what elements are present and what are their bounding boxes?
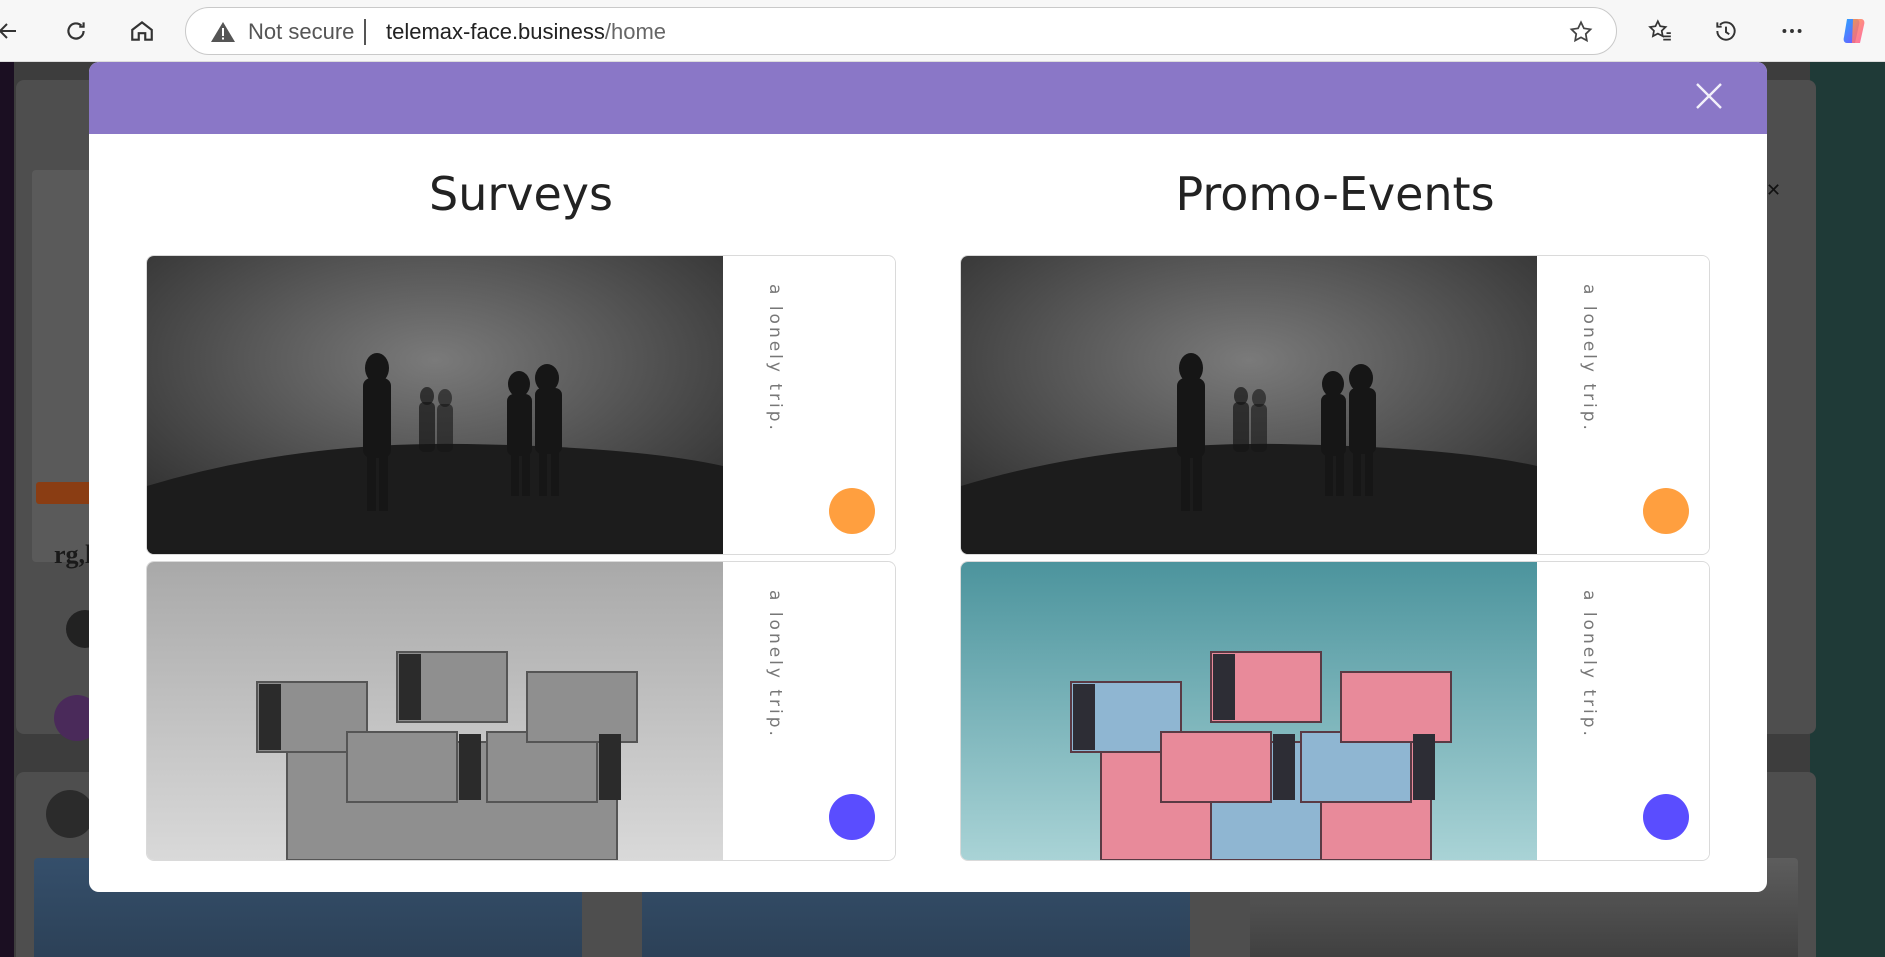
url-path: /home (604, 19, 667, 44)
orange-dot[interactable] (1643, 488, 1689, 534)
background-right-strip (1810, 62, 1885, 957)
colorful-architecture-image (961, 562, 1537, 860)
url-text[interactable]: telemax-face.business/home (386, 19, 666, 45)
card-caption: a lonely trip. (1579, 590, 1599, 739)
copilot-icon[interactable] (1836, 13, 1872, 49)
card-side-panel: a lonely trip. (723, 562, 895, 860)
warning-icon[interactable] (210, 20, 236, 48)
home-icon[interactable] (124, 13, 160, 49)
promo-events-title: Promo-Events (1175, 167, 1495, 221)
back-arrow-icon[interactable] (0, 13, 26, 49)
background-left-strip (0, 62, 14, 957)
blue-dot[interactable] (1643, 794, 1689, 840)
surveys-title: Surveys (429, 167, 613, 221)
blue-dot[interactable] (829, 794, 875, 840)
close-icon[interactable] (1689, 76, 1729, 116)
background-name-text: rg,l (54, 540, 93, 569)
foggy-people-image (147, 256, 723, 554)
card-side-panel: a lonely trip. (1537, 256, 1709, 554)
background-avatar (46, 790, 94, 838)
more-options-icon[interactable] (1774, 13, 1810, 49)
background-close-icon: ✕ (1766, 180, 1782, 201)
orange-dot[interactable] (829, 488, 875, 534)
survey-card[interactable]: a lonely trip. (146, 561, 896, 861)
card-side-panel: a lonely trip. (723, 256, 895, 554)
foggy-people-image (961, 256, 1537, 554)
address-bar[interactable]: Not secure telemax-face.business/home (185, 7, 1617, 55)
url-host: telemax-face.business (386, 19, 605, 44)
promo-event-card[interactable]: a lonely trip. (960, 255, 1710, 555)
survey-card[interactable]: a lonely trip. (146, 255, 896, 555)
grey-architecture-image (147, 562, 723, 860)
card-caption: a lonely trip. (1579, 284, 1599, 433)
card-side-panel: a lonely trip. (1537, 562, 1709, 860)
favorite-star-icon[interactable] (1568, 19, 1594, 49)
history-icon[interactable] (1708, 13, 1744, 49)
refresh-icon[interactable] (58, 13, 94, 49)
background-orange-button (36, 482, 96, 504)
security-label[interactable]: Not secure (248, 19, 354, 45)
modal-header (89, 62, 1767, 134)
selection-modal: Surveys a lonely trip. a lonely trip. Pr… (89, 62, 1767, 892)
card-caption: a lonely trip. (765, 284, 785, 433)
address-divider (364, 19, 366, 45)
promo-event-card[interactable]: a lonely trip. (960, 561, 1710, 861)
browser-toolbar: Not secure telemax-face.business/home (0, 0, 1885, 62)
favorites-icon[interactable] (1642, 13, 1678, 49)
card-caption: a lonely trip. (765, 590, 785, 739)
